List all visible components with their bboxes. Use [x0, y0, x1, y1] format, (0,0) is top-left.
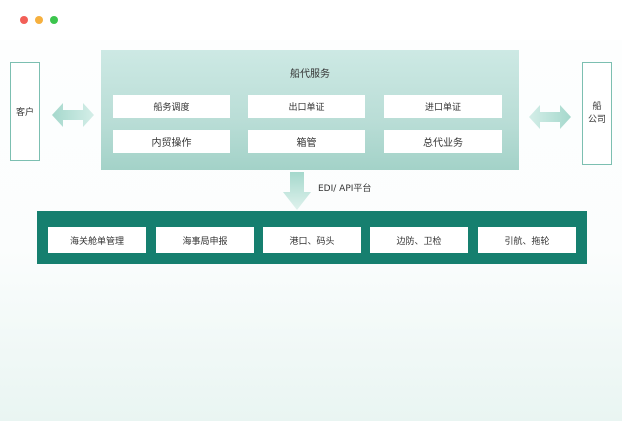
service-item-scheduling[interactable]: 船务调度: [113, 95, 230, 118]
shipping-company-label-line1: 船: [592, 101, 602, 112]
institution-maritime-declaration[interactable]: 海事局申报: [156, 227, 254, 253]
shipping-company-double-arrow-icon: [529, 105, 571, 129]
service-item-container-mgmt[interactable]: 箱管: [248, 130, 365, 153]
service-item-general-agency[interactable]: 总代业务: [384, 130, 502, 153]
maximize-window-button[interactable]: [50, 16, 58, 24]
institution-pilot-tug[interactable]: 引航、拖轮: [478, 227, 576, 253]
service-item-export-docs[interactable]: 出口单证: [248, 95, 365, 118]
edi-api-platform-label: EDI/ API平台: [318, 184, 372, 194]
service-item-domestic-ops[interactable]: 内贸操作: [113, 130, 230, 153]
customer-label: 客户: [15, 108, 34, 118]
institution-port-terminal[interactable]: 港口、码头: [263, 227, 361, 253]
platform-down-arrow-icon: [283, 172, 311, 210]
window-titlebar: [0, 0, 622, 40]
customer-double-arrow-icon: [52, 103, 94, 127]
agency-service-panel: 船代服务 船务调度 出口单证 进口单证 内贸操作 箱管 总代业务: [101, 50, 519, 170]
shipping-company-label-line2: 公司: [587, 114, 606, 125]
shipping-company-box: 船 公司: [582, 62, 612, 165]
service-panel-title: 船代服务: [290, 69, 330, 80]
institution-customs-manifest[interactable]: 海关舱单管理: [48, 227, 146, 253]
customer-box: 客户: [10, 62, 40, 161]
service-item-import-docs[interactable]: 进口单证: [384, 95, 502, 118]
close-window-button[interactable]: [20, 16, 28, 24]
institution-border-quarantine[interactable]: 边防、卫检: [370, 227, 468, 253]
minimize-window-button[interactable]: [35, 16, 43, 24]
